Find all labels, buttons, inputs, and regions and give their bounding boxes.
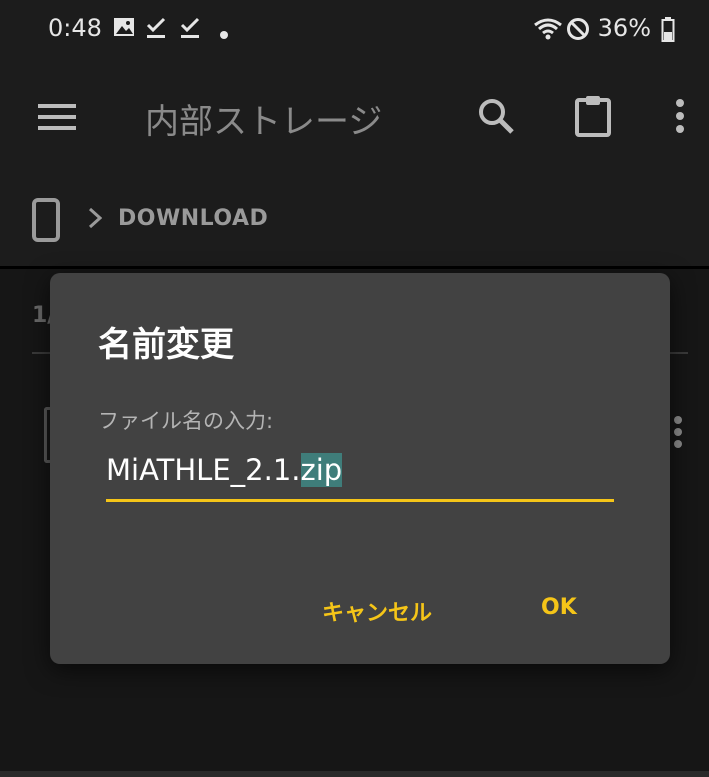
cancel-button[interactable]: キャンセル	[322, 595, 432, 627]
app-bar: 内部ストレージ	[0, 62, 709, 172]
ok-button[interactable]: OK	[541, 595, 577, 620]
filename-selected-extension: zip	[300, 453, 343, 487]
more-vert-icon[interactable]	[674, 98, 686, 138]
dot-icon	[219, 25, 229, 44]
app-title: 内部ストレージ	[145, 102, 383, 142]
download-done-icon	[179, 16, 201, 44]
bottom-edge	[0, 771, 709, 777]
filename-input[interactable]: MiATHLE_2.1.zip	[106, 453, 614, 493]
search-icon[interactable]	[477, 97, 515, 139]
phone-icon[interactable]	[32, 198, 60, 246]
chevron-right-icon	[88, 207, 103, 233]
image-icon	[113, 16, 135, 42]
filename-label: ファイル名の入力:	[98, 409, 274, 433]
item-more-icon[interactable]	[672, 415, 684, 453]
breadcrumb: DOWNLOAD	[0, 172, 709, 266]
rename-dialog: 名前変更 ファイル名の入力: MiATHLE_2.1.zip キャンセル OK	[50, 273, 670, 664]
screen: 0:48 36% 内部ストレージ DOWNLOAD 1/ 名前変更 ファイル名の…	[0, 0, 709, 777]
dialog-title: 名前変更	[98, 325, 234, 365]
do-not-disturb-icon	[566, 17, 590, 45]
menu-icon[interactable]	[38, 102, 76, 136]
download-done-icon	[145, 16, 167, 44]
filename-value: MiATHLE_2.1.	[106, 453, 301, 487]
status-time: 0:48	[48, 14, 102, 42]
breadcrumb-download[interactable]: DOWNLOAD	[118, 206, 268, 231]
clipboard-icon[interactable]	[575, 95, 611, 141]
battery-icon	[661, 17, 675, 47]
status-bar: 0:48 36%	[0, 0, 709, 62]
wifi-icon	[533, 17, 563, 45]
battery-percent: 36%	[597, 14, 651, 42]
filename-underline	[106, 499, 614, 502]
